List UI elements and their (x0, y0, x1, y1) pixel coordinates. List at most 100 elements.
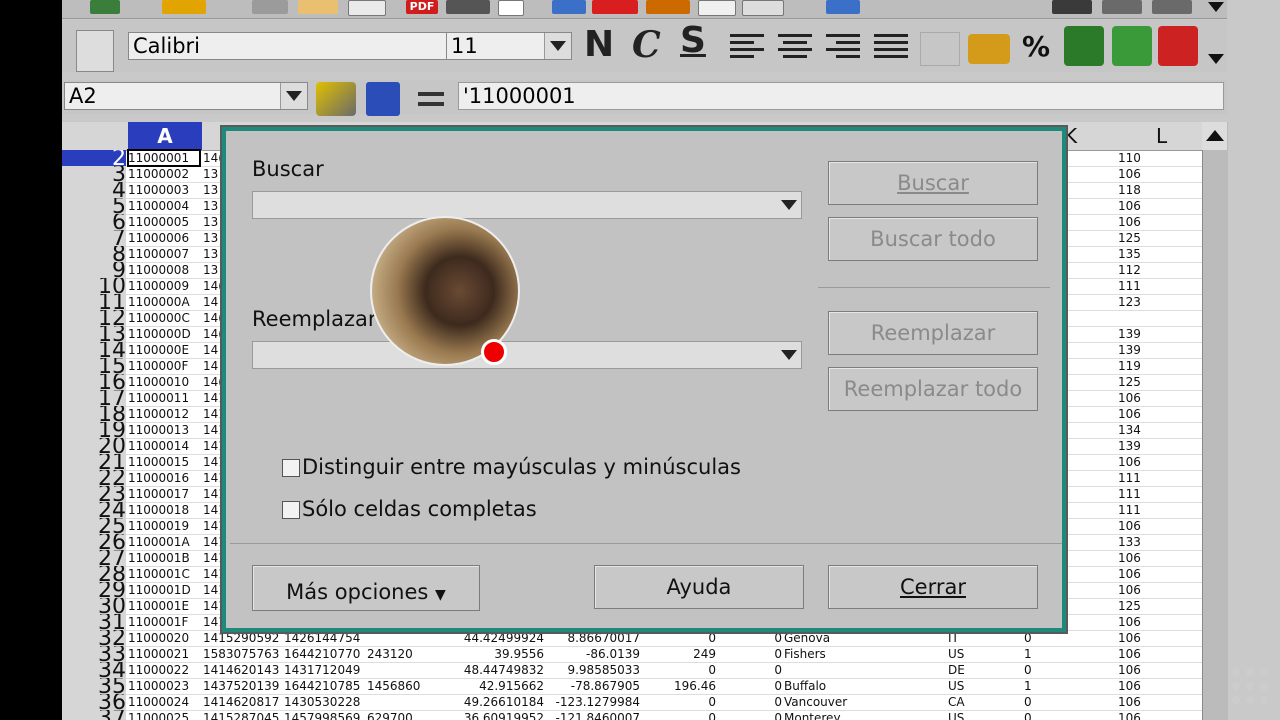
table-cell[interactable]: 13! (203, 230, 223, 246)
scroll-up-button[interactable] (1202, 122, 1227, 150)
table-cell[interactable]: 106 (1118, 214, 1141, 230)
table-cell[interactable]: 11000015 (128, 454, 189, 470)
row-number[interactable]: 10 (62, 278, 126, 294)
table-cell[interactable]: 42.915662 (462, 678, 544, 694)
number-format-icon[interactable] (1064, 26, 1104, 66)
row-number[interactable]: 7 (62, 230, 126, 246)
close-button[interactable]: Cerrar (828, 565, 1038, 609)
search-button[interactable]: Buscar (828, 161, 1038, 205)
table-cell[interactable]: 106 (1118, 550, 1141, 566)
toolbar-overflow-icon[interactable] (1208, 2, 1224, 12)
table-cell[interactable]: Buffalo (784, 678, 826, 694)
row-number[interactable]: 29 (62, 582, 126, 598)
table-cell[interactable]: 11000024 (128, 694, 189, 710)
table-cell[interactable]: 11000008 (128, 262, 189, 278)
table-cell[interactable]: 111 (1118, 502, 1141, 518)
table-icon[interactable] (90, 0, 120, 14)
table-cell[interactable]: US (948, 710, 964, 720)
table-cell[interactable]: 11000013 (128, 422, 189, 438)
bold-button[interactable]: N (584, 24, 614, 65)
table-cell[interactable]: 11000025 (128, 710, 189, 720)
table-cell[interactable]: 135 (1118, 246, 1141, 262)
pdf-icon[interactable]: PDF (406, 0, 438, 14)
table-cell[interactable]: 14! (203, 294, 223, 310)
table-cell[interactable]: 1100001C (128, 566, 190, 582)
table-cell[interactable]: Genova (784, 630, 830, 646)
row-number[interactable]: 30 (62, 598, 126, 614)
replace-input[interactable] (252, 341, 802, 369)
table-cell[interactable]: 0 (726, 710, 782, 720)
table-cell[interactable]: 11000004 (128, 198, 189, 214)
table-cell[interactable]: 1100001F (128, 614, 188, 630)
table-cell[interactable]: 106 (1118, 710, 1141, 720)
percent-button[interactable]: % (1022, 30, 1050, 63)
table-cell[interactable]: 1431712049 (284, 662, 360, 678)
edit-doc-icon[interactable] (348, 0, 386, 16)
row-number[interactable]: 33 (62, 646, 126, 662)
table-cell[interactable]: 39.9556 (462, 646, 544, 662)
table-cell[interactable]: 118 (1118, 182, 1141, 198)
table-cell[interactable]: 0 (726, 646, 782, 662)
row-number[interactable]: 24 (62, 502, 126, 518)
row-number[interactable]: 36 (62, 694, 126, 710)
table-cell[interactable]: 1 (1024, 678, 1032, 694)
table-cell[interactable]: 1415290592 (203, 630, 279, 646)
table-cell[interactable]: 11000022 (128, 662, 189, 678)
replace-all-button[interactable]: Reemplazar todo (828, 367, 1038, 411)
brush-icon[interactable] (826, 0, 860, 14)
row-number[interactable]: 2 (62, 150, 126, 166)
table-cell[interactable]: 11000005 (128, 214, 189, 230)
table-cell[interactable]: 0 (726, 678, 782, 694)
table-cell[interactable]: 1 (1024, 646, 1032, 662)
table-cell[interactable]: 106 (1118, 614, 1141, 630)
merge-cells-icon[interactable] (920, 32, 960, 66)
table-cell[interactable]: 13! (203, 246, 223, 262)
table-cell[interactable]: -86.0139 (548, 646, 640, 662)
table-cell[interactable]: 13! (203, 214, 223, 230)
row-number[interactable]: 15 (62, 358, 126, 374)
table-cell[interactable]: 106 (1118, 566, 1141, 582)
table-cell[interactable]: 106 (1118, 390, 1141, 406)
autospell-icon[interactable] (592, 0, 638, 14)
table-cell[interactable]: 11000023 (128, 678, 189, 694)
table-cell[interactable]: 1437520139 (203, 678, 279, 694)
table-cell[interactable]: 119 (1118, 358, 1141, 374)
table-cell[interactable]: 1644210770 (284, 646, 360, 662)
table-cell[interactable]: 0 (726, 630, 782, 646)
column-header-a[interactable]: A (128, 122, 202, 150)
whole-cells-checkbox[interactable] (282, 501, 300, 519)
row-number[interactable]: 6 (62, 214, 126, 230)
table-cell[interactable]: 13! (203, 198, 223, 214)
table-cell[interactable]: 0 (1024, 710, 1032, 720)
row-number[interactable]: 5 (62, 198, 126, 214)
table-cell[interactable]: 1457998569 (284, 710, 360, 720)
row-number[interactable]: 23 (62, 486, 126, 502)
table-cell[interactable]: 11000018 (128, 502, 189, 518)
table-cell[interactable]: CA (948, 694, 965, 710)
case-sensitive-label[interactable]: Distinguir entre mayúsculas y minúsculas (302, 455, 741, 479)
sum-icon[interactable] (366, 82, 400, 116)
table-cell[interactable]: 0 (1024, 694, 1032, 710)
whole-cells-label[interactable]: Sólo celdas completas (302, 497, 537, 521)
currency-icon[interactable] (968, 34, 1010, 64)
table-cell[interactable]: 134 (1118, 422, 1141, 438)
table-cell[interactable]: 1100001A (128, 534, 190, 550)
row-number[interactable]: 19 (62, 422, 126, 438)
table-cell[interactable]: 196.46 (644, 678, 716, 694)
chevron-down-icon[interactable] (781, 200, 797, 210)
table-cell[interactable]: 139 (1118, 342, 1141, 358)
table-cell[interactable]: US (948, 646, 964, 662)
row-number[interactable]: 25 (62, 518, 126, 534)
function-wizard-icon[interactable] (316, 82, 356, 116)
toolbar-overflow-icon[interactable] (1208, 54, 1224, 64)
table-cell[interactable]: 106 (1118, 662, 1141, 678)
table-cell[interactable]: 0 (644, 710, 716, 720)
table-cell[interactable]: 111 (1118, 470, 1141, 486)
table-cell[interactable]: 11000002 (128, 166, 189, 182)
table-cell[interactable]: 125 (1118, 230, 1141, 246)
align-center-button[interactable] (778, 34, 812, 58)
table-cell[interactable]: 111 (1118, 486, 1141, 502)
table-cell[interactable]: 11000009 (128, 278, 189, 294)
printer-icon[interactable] (446, 0, 490, 14)
row-number[interactable]: 13 (62, 326, 126, 342)
